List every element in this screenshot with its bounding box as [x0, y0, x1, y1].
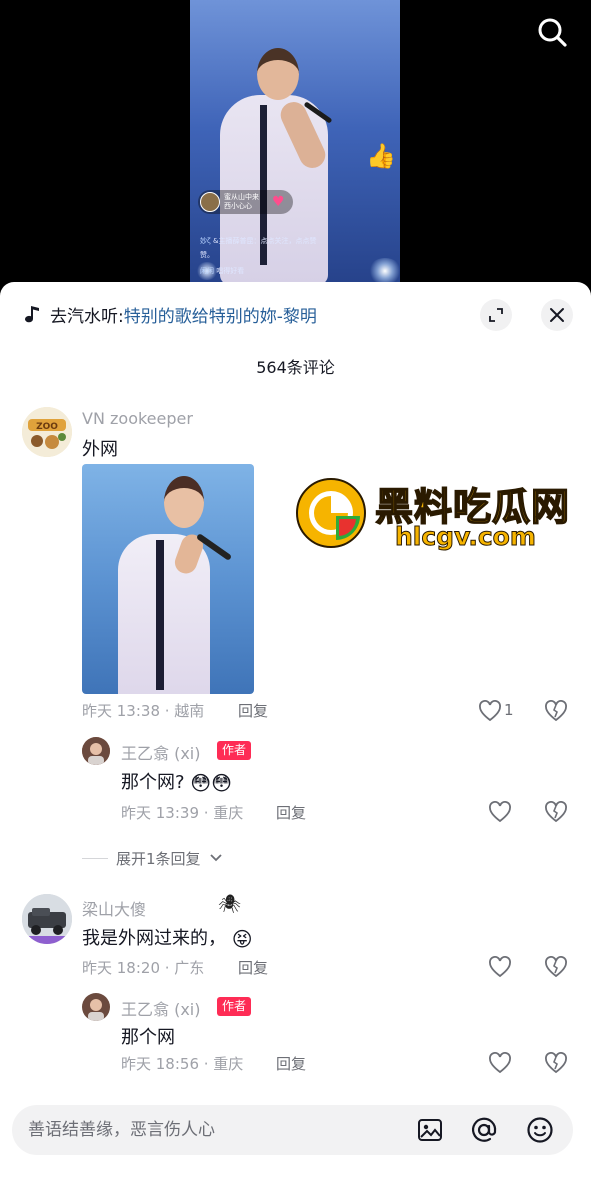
like-count: 1 — [504, 701, 514, 719]
fullscreen-button[interactable] — [480, 299, 512, 331]
like-button[interactable] — [477, 698, 503, 724]
live-comment-text: &主播薛普昆：点点关注，点点赞 — [213, 237, 317, 245]
reply-button[interactable]: 回复 — [276, 1053, 306, 1074]
gift-avatar — [200, 192, 220, 212]
chevron-down-icon — [209, 854, 222, 862]
heart-gift-icon: ♥ — [272, 194, 285, 210]
heart-icon — [489, 1052, 511, 1074]
emoji-button[interactable] — [526, 1116, 554, 1144]
comment-time: 昨天 13:38 · 越南 — [82, 702, 205, 720]
comment-sheet: 去汽水听: 特别的歌给特别的妳-黎明 564条评论 ZOO VN zookeep… — [0, 282, 591, 1185]
avatar[interactable] — [82, 993, 110, 1021]
music-link[interactable]: 去汽水听: 特别的歌给特别的妳-黎明 — [22, 300, 317, 328]
zoo-logo-avatar: ZOO — [22, 407, 72, 457]
gift-subtitle: 西小心心 — [224, 202, 252, 210]
reply-text-content: 那个网? — [121, 772, 185, 793]
reply-button[interactable]: 回复 — [238, 957, 268, 978]
reply-user-name[interactable]: 王乙翕 (xi) — [121, 740, 201, 764]
flushed-emoji-icon: 😳 — [211, 771, 233, 795]
reply-text: 那个网 — [121, 1027, 175, 1048]
search-icon — [538, 18, 567, 47]
music-song-title: 特别的歌给特别的妳-黎明 — [123, 306, 317, 327]
comment-text-content: 我是外网过来的， — [82, 928, 226, 949]
broken-heart-icon — [545, 801, 567, 823]
author-badge: 作者 — [217, 997, 252, 1016]
close-icon — [550, 308, 564, 322]
truck-avatar — [22, 894, 72, 944]
comment-user-name[interactable]: VN zookeeper — [82, 409, 193, 428]
broken-heart-icon — [545, 1052, 567, 1074]
expand-replies-button[interactable]: 展开1条回复 — [82, 848, 223, 868]
author-badge: 作者 — [217, 741, 252, 760]
svg-text:ZOO: ZOO — [36, 422, 58, 432]
image-icon — [418, 1119, 442, 1141]
dislike-button[interactable] — [543, 799, 569, 825]
dislike-button[interactable] — [543, 1050, 569, 1076]
close-button[interactable] — [541, 299, 573, 331]
dislike-button[interactable] — [543, 698, 569, 724]
expand-replies-label: 展开1条回复 — [116, 849, 201, 868]
comment-image[interactable] — [82, 464, 254, 694]
like-button[interactable] — [487, 1050, 513, 1076]
live-comment-line: 闲闲 唱得好看 — [200, 266, 244, 276]
comment-user-name[interactable]: 梁山大傻 — [82, 896, 146, 920]
like-button[interactable] — [487, 799, 513, 825]
video-frame: 👍 蜜从山中来 西小心心 ♥ 妙ζ &主播薛普昆：点点关注，点点赞 赞。 闲闲 … — [190, 0, 400, 285]
divider — [82, 857, 108, 859]
avatar[interactable] — [22, 894, 72, 944]
search-button[interactable] — [534, 14, 570, 50]
stage-light — [368, 258, 400, 284]
heart-icon — [489, 801, 511, 823]
reply-text: 那个网? 😳😳 — [121, 768, 232, 795]
watermark-logo-icon — [296, 478, 366, 548]
singer-head — [257, 48, 299, 100]
mention-button[interactable] — [470, 1116, 498, 1144]
comment-count: 564条评论 — [256, 358, 335, 377]
thumbs-up-sticker-icon: 👍 — [366, 142, 396, 170]
reply-time: 昨天 13:39 · 重庆 — [121, 804, 244, 822]
laughing-emoji-icon: 😝 — [231, 927, 253, 951]
watermark-url: hlcgv.com — [395, 522, 537, 552]
heart-icon — [489, 956, 511, 978]
live-comment-user: 闲闲 — [200, 267, 214, 275]
author-avatar — [82, 993, 110, 1021]
live-comment-line: 妙ζ &主播薛普昆：点点关注，点点赞 — [200, 236, 317, 246]
avatar[interactable]: ZOO — [22, 407, 72, 457]
live-comment-text: 唱得好看 — [216, 267, 245, 275]
broken-heart-icon — [545, 956, 567, 978]
heart-icon — [479, 700, 501, 722]
broken-heart-icon — [545, 700, 567, 722]
dislike-button[interactable] — [543, 954, 569, 980]
reply-button[interactable]: 回复 — [238, 700, 268, 721]
spider-icon: 🕷 — [218, 894, 241, 915]
comment-time: 昨天 18:20 · 广东 — [82, 959, 205, 977]
reply-button[interactable]: 回复 — [276, 802, 306, 823]
comment-text: 外网 — [82, 439, 118, 460]
author-avatar — [82, 737, 110, 765]
image-button[interactable] — [416, 1116, 444, 1144]
reply-user-name[interactable]: 王乙翕 (xi) — [121, 996, 201, 1020]
live-comment-line-cont: 赞。 — [200, 251, 214, 259]
at-sign-icon — [472, 1117, 497, 1142]
video-player[interactable]: 👍 蜜从山中来 西小心心 ♥ 妙ζ &主播薛普昆：点点关注，点点赞 赞。 闲闲 … — [0, 0, 591, 300]
reply-time: 昨天 18:56 · 重庆 — [121, 1055, 244, 1073]
comment-input[interactable] — [28, 1105, 398, 1155]
smiley-icon — [527, 1117, 553, 1143]
music-prefix: 去汽水听: — [50, 306, 124, 327]
expand-icon — [489, 308, 503, 322]
comment-text: 我是外网过来的， 😝 — [82, 924, 253, 951]
flushed-emoji-icon: 😳 — [190, 771, 212, 795]
live-comment-user: 妙ζ — [200, 237, 211, 245]
music-note-icon — [25, 306, 39, 323]
photo-ribbon — [156, 540, 164, 690]
gift-user-name: 蜜从山中来 — [224, 193, 259, 201]
like-button[interactable] — [487, 954, 513, 980]
avatar[interactable] — [82, 737, 110, 765]
comment-input-bar — [12, 1105, 573, 1155]
photo-singer-head — [164, 476, 204, 528]
